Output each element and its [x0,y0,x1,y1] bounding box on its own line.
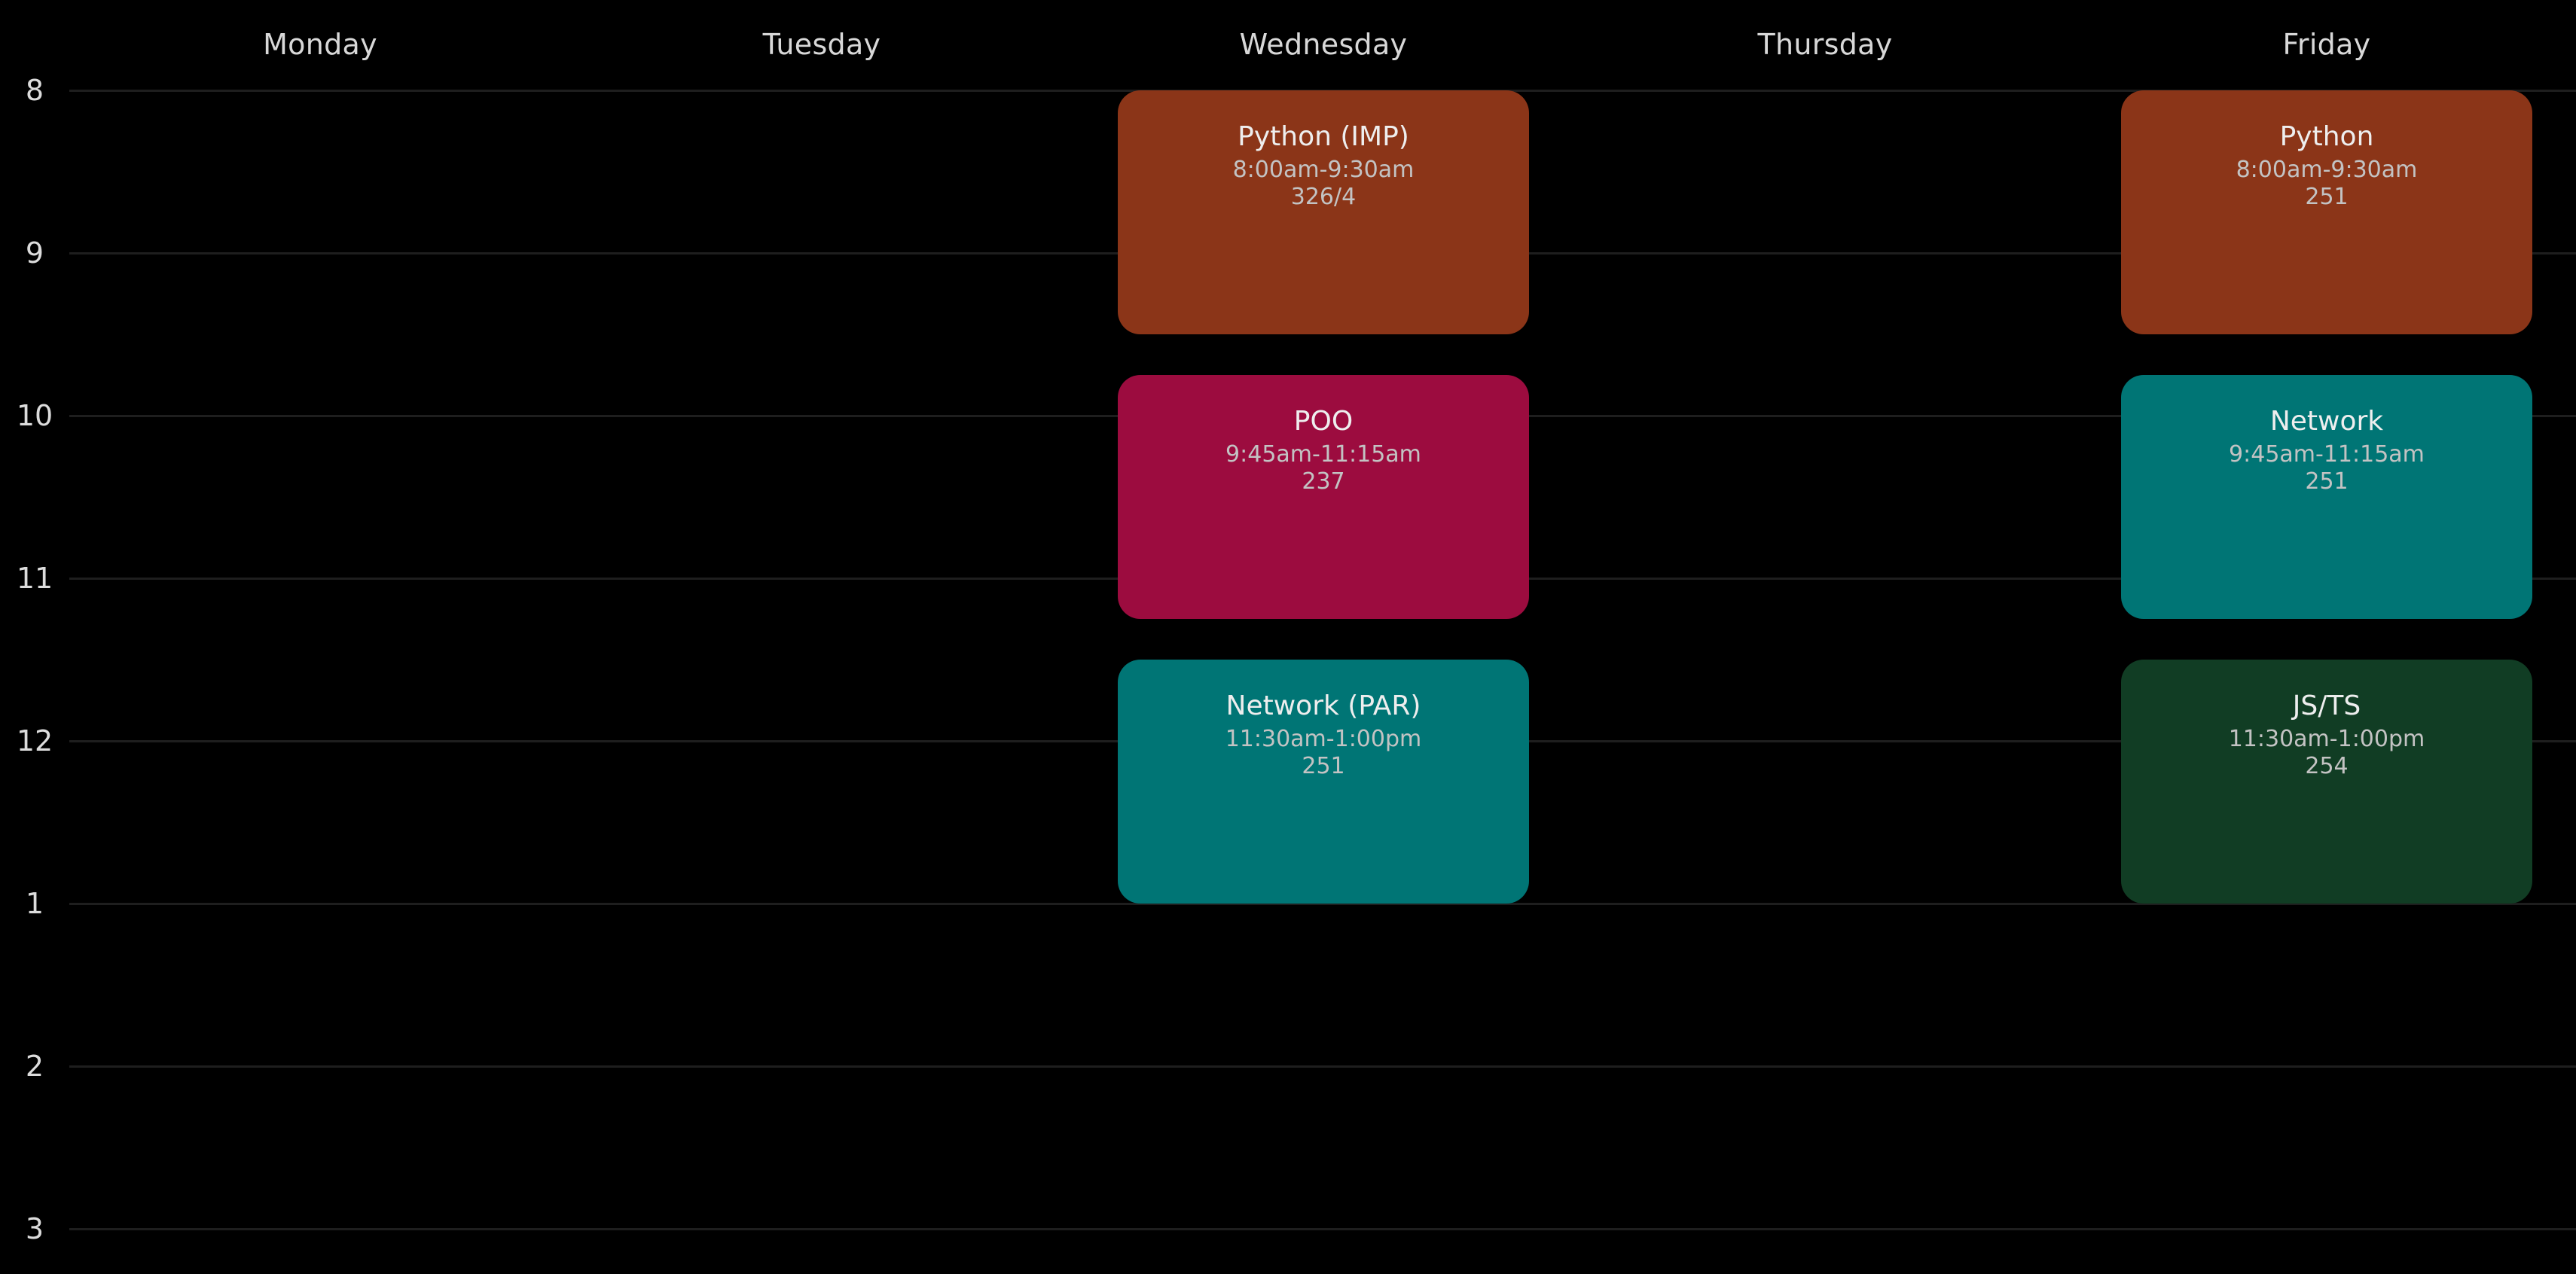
hour-label: 3 [25,1212,44,1245]
event-room: 326/4 [1290,184,1357,210]
event-time: 8:00am-9:30am [1232,157,1415,183]
event-title: POO [1293,406,1354,437]
day-header-thursday: Thursday [1757,28,1893,61]
hour-gridline [69,1065,2576,1068]
event-time: 8:00am-9:30am [2236,157,2418,183]
day-header-tuesday: Tuesday [762,28,881,61]
event-card[interactable]: JS/TS 11:30am-1:00pm 254 [2120,660,2533,904]
event-time: 9:45am-11:15am [2229,441,2425,468]
event-time: 11:30am-1:00pm [2228,726,2425,752]
event-title: Python [2279,121,2374,152]
hour-label: 1 [25,887,44,920]
hour-gridline [69,1228,2576,1230]
week-calendar: Monday Tuesday Wednesday Thursday Friday 8 9 10… [0,0,2576,1274]
event-card[interactable]: Network (PAR) 11:30am-1:00pm 251 [1117,660,1530,904]
event-room: 254 [2305,753,2349,779]
event-card[interactable]: Network 9:45am-11:15am 251 [2120,375,2533,619]
hour-label: 12 [16,724,53,757]
event-title: Python (IMP) [1238,121,1409,152]
event-card[interactable]: POO 9:45am-11:15am 237 [1117,375,1530,619]
hour-label: 10 [16,399,53,432]
day-header-wednesday: Wednesday [1239,28,1408,61]
event-time: 11:30am-1:00pm [1225,726,1422,752]
event-card[interactable]: Python 8:00am-9:30am 251 [2120,90,2533,334]
hour-label: 11 [16,562,53,595]
event-room: 237 [1302,468,1345,495]
event-room: 251 [2305,184,2349,210]
event-title: JS/TS [2292,690,2361,721]
event-room: 251 [1302,753,1345,779]
event-card[interactable]: Python (IMP) 8:00am-9:30am 326/4 [1117,90,1530,334]
event-title: Network [2269,406,2384,437]
event-title: Network (PAR) [1225,690,1421,721]
hour-label: 2 [25,1050,44,1083]
hour-label: 9 [25,236,44,270]
hour-label: 8 [25,74,44,107]
event-room: 251 [2305,468,2349,495]
day-header-friday: Friday [2282,28,2371,61]
event-time: 9:45am-11:15am [1225,441,1421,468]
day-header-monday: Monday [263,28,377,61]
